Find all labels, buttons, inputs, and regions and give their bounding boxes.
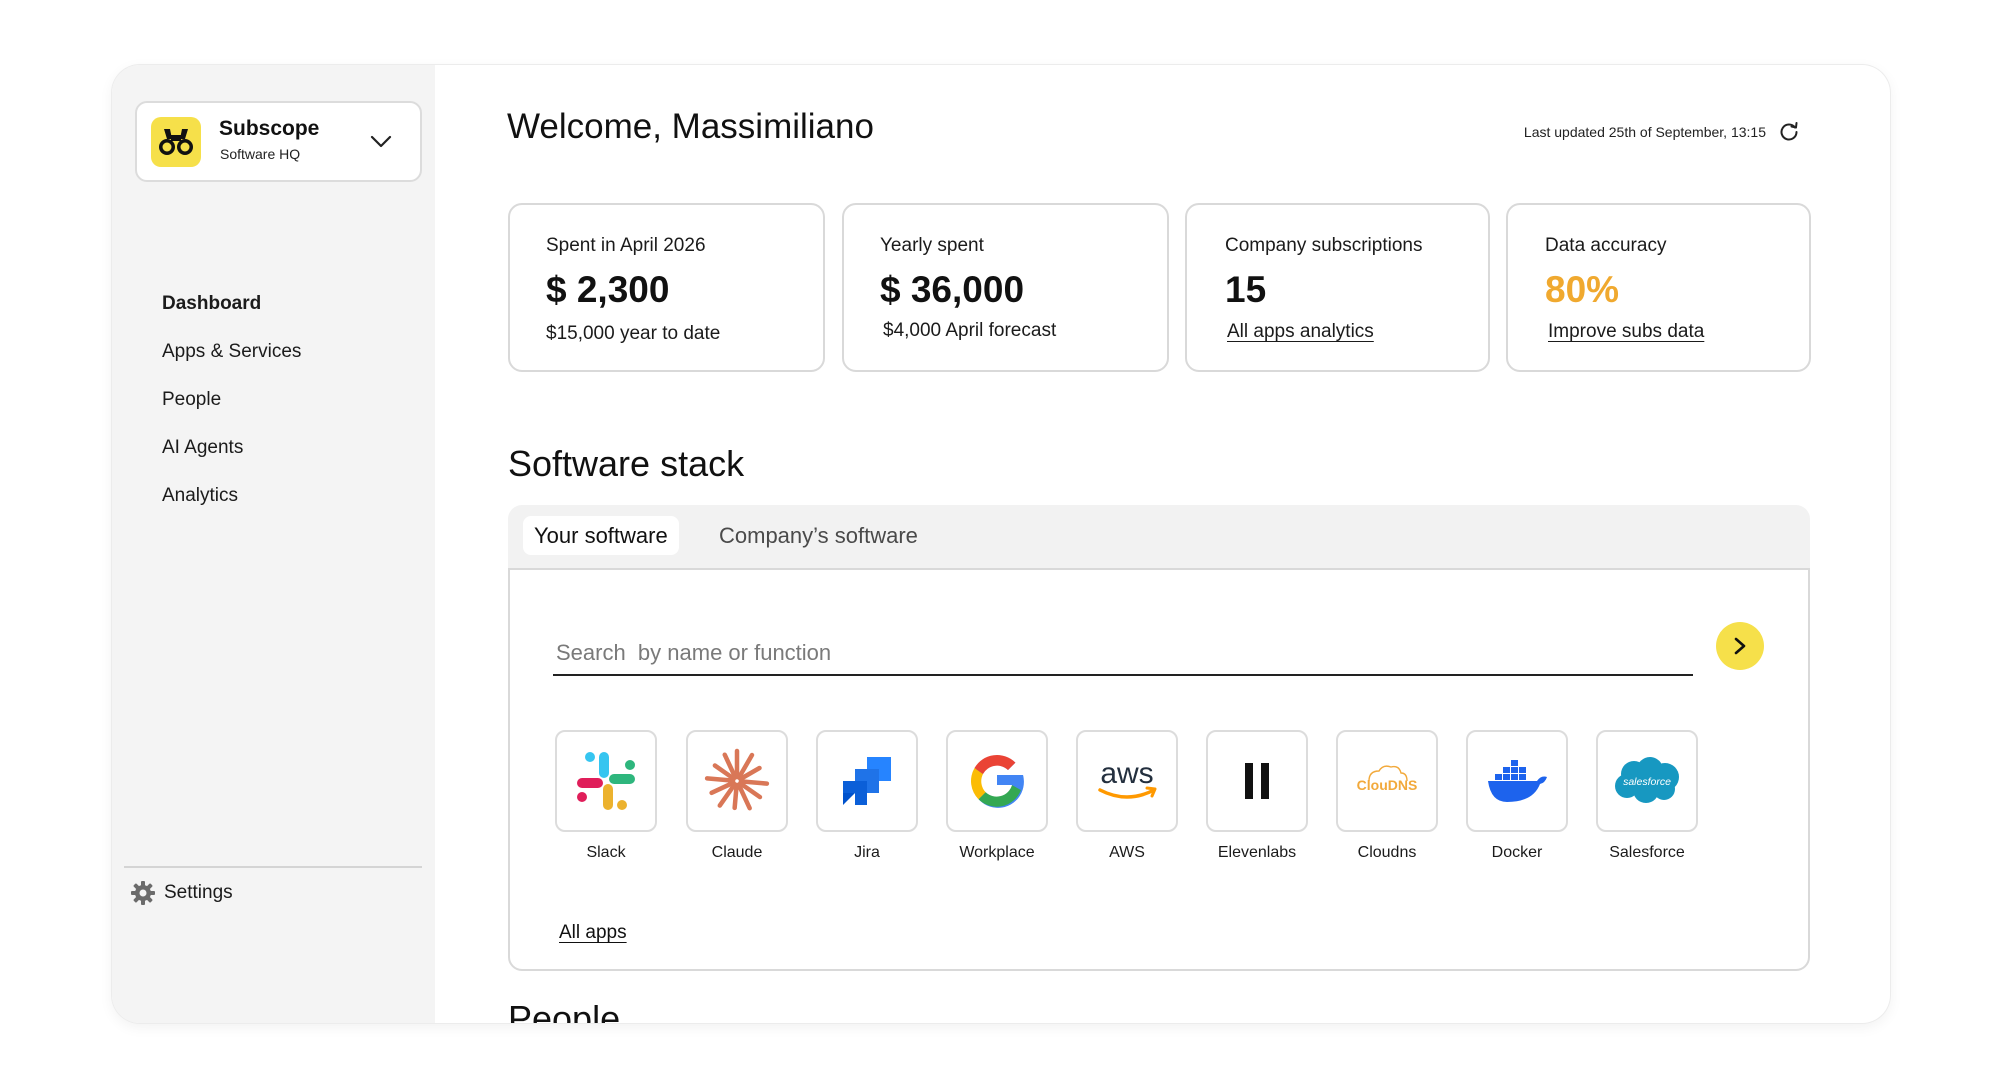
claude-logo-icon <box>686 730 788 832</box>
app-name: Cloudns <box>1357 844 1417 861</box>
svg-text:salesforce: salesforce <box>1623 776 1671 788</box>
svg-text:ClouDNS: ClouDNS <box>1357 777 1418 793</box>
stat-card-monthly-spend: Spent in April 2026 $ 2,300 $15,000 year… <box>508 203 825 372</box>
stat-label: Spent in April 2026 <box>546 235 706 256</box>
chevron-right-icon <box>1734 637 1746 655</box>
stat-value: 80% <box>1545 269 1620 310</box>
all-apps-analytics-link[interactable]: All apps analytics <box>1227 321 1374 343</box>
stat-label: Company subscriptions <box>1225 235 1423 256</box>
chevron-down-icon <box>370 135 392 148</box>
jira-logo-icon <box>816 730 918 832</box>
app-tile-aws[interactable]: aws AWS <box>1076 730 1178 862</box>
stat-sub: $4,000 April forecast <box>883 320 1057 341</box>
slack-logo-icon <box>555 730 657 832</box>
app-name: Workplace <box>959 844 1035 861</box>
sidebar-item-analytics[interactable]: Analytics <box>162 472 301 520</box>
stat-sub: $15,000 year to date <box>546 323 721 344</box>
last-updated-text: Last updated 25th of September, 13:15 <box>1523 124 1766 140</box>
app-tile-salesforce[interactable]: salesforce Salesforce <box>1596 730 1698 862</box>
stat-card-subscriptions: Company subscriptions 15 All apps analyt… <box>1185 203 1490 372</box>
tab-company-software[interactable]: Company’s software <box>708 516 929 555</box>
stat-label: Yearly spent <box>880 235 984 256</box>
app-tile-workplace[interactable]: Workplace <box>946 730 1048 862</box>
sidebar-divider <box>124 866 422 868</box>
tab-bar: Your software Company’s software <box>508 505 1810 571</box>
aws-logo-icon: aws <box>1076 730 1178 832</box>
app-name: Claude <box>711 844 763 861</box>
stat-card-data-accuracy: Data accuracy 80% Improve subs data <box>1506 203 1811 372</box>
improve-subs-data-link[interactable]: Improve subs data <box>1548 321 1704 343</box>
software-stack-panel: Slack <box>508 568 1810 971</box>
google-logo-icon <box>946 730 1048 832</box>
app-name: Elevenlabs <box>1217 844 1297 861</box>
app-window: Subscope Software HQ Dashboard Apps & Se… <box>112 65 1890 1023</box>
binoculars-icon <box>151 117 201 167</box>
stat-value: 15 <box>1225 269 1267 310</box>
sidebar: Subscope Software HQ Dashboard Apps & Se… <box>112 65 435 1023</box>
app-tile-docker[interactable]: Docker <box>1466 730 1568 862</box>
search-submit-button[interactable] <box>1716 622 1764 670</box>
svg-text:aws: aws <box>1100 757 1153 790</box>
sidebar-nav: Dashboard Apps & Services People AI Agen… <box>162 280 301 520</box>
org-switcher[interactable]: Subscope Software HQ <box>135 101 422 182</box>
app-tile-jira[interactable]: Jira <box>816 730 918 862</box>
stat-value: $ 2,300 <box>546 269 670 310</box>
sidebar-item-apps-services[interactable]: Apps & Services <box>162 328 301 376</box>
app-name: Slack <box>586 844 626 861</box>
section-title-people: People <box>508 998 621 1023</box>
main-content: Welcome, Massimiliano Last updated 25th … <box>435 65 1890 1023</box>
elevenlabs-logo-icon <box>1206 730 1308 832</box>
org-name: Subscope <box>219 117 320 140</box>
stat-card-yearly-spend: Yearly spent $ 36,000 $4,000 April forec… <box>842 203 1169 372</box>
tab-your-software[interactable]: Your software <box>523 516 679 555</box>
app-tile-cloudns[interactable]: ClouDNS Cloudns <box>1336 730 1438 862</box>
refresh-icon[interactable] <box>1778 121 1800 143</box>
app-name: Jira <box>854 844 880 861</box>
app-name: Salesforce <box>1609 844 1685 861</box>
app-tile-claude[interactable]: Claude <box>686 730 788 862</box>
gear-icon <box>131 881 155 905</box>
settings-button[interactable]: Settings <box>130 877 233 909</box>
org-subtitle: Software HQ <box>220 146 301 162</box>
app-tile-elevenlabs[interactable]: Elevenlabs <box>1206 730 1308 862</box>
app-name: Docker <box>1491 844 1543 861</box>
settings-label: Settings <box>164 882 233 903</box>
app-name: AWS <box>1109 844 1145 861</box>
page-title: Welcome, Massimiliano <box>507 107 874 146</box>
stat-value: $ 36,000 <box>880 269 1025 310</box>
salesforce-logo-icon: salesforce <box>1596 730 1698 832</box>
app-tile-slack[interactable]: Slack <box>555 730 657 862</box>
docker-logo-icon <box>1466 730 1568 832</box>
section-title-software-stack: Software stack <box>508 443 745 484</box>
sidebar-item-people[interactable]: People <box>162 376 301 424</box>
search-input[interactable] <box>553 632 1693 676</box>
sidebar-item-dashboard[interactable]: Dashboard <box>162 280 301 328</box>
sidebar-item-ai-agents[interactable]: AI Agents <box>162 424 301 472</box>
stat-label: Data accuracy <box>1545 235 1667 256</box>
last-updated: Last updated 25th of September, 13:15 <box>1524 121 1800 143</box>
all-apps-link[interactable]: All apps <box>559 922 627 944</box>
cloudns-logo-icon: ClouDNS <box>1336 730 1438 832</box>
